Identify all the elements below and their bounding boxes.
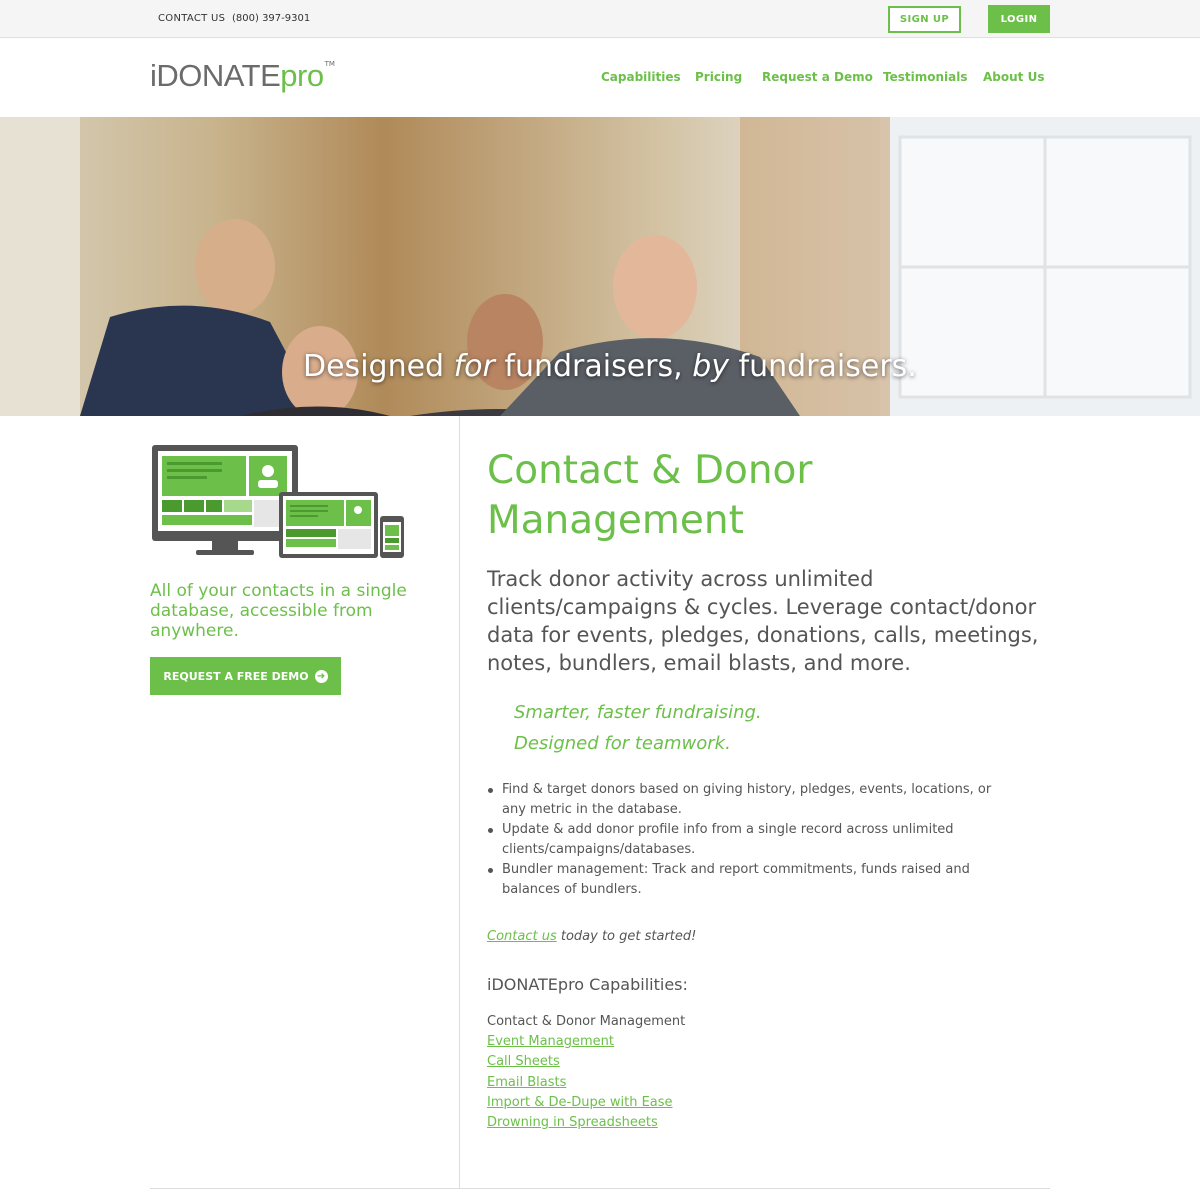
capabilities-heading: iDONATEpro Capabilities: bbox=[487, 975, 688, 994]
tagline-teamwork: Designed for teamwork. bbox=[514, 733, 731, 754]
feature-item: Find & target donors based on giving his… bbox=[488, 780, 1012, 820]
footer-divider bbox=[150, 1188, 1050, 1189]
nav-pricing[interactable]: Pricing bbox=[695, 70, 742, 84]
site-header: iDONATE pro TM Capabilities Pricing Reques… bbox=[0, 38, 1200, 117]
logo-suffix: pro bbox=[280, 58, 324, 93]
request-free-demo-button[interactable]: REQUEST A FREE DEMO ➜ bbox=[150, 657, 341, 695]
feature-list: Find & target donors based on giving his… bbox=[488, 780, 1012, 900]
nav-about-us[interactable]: About Us bbox=[983, 70, 1044, 84]
sign-up-button[interactable]: SIGN UP bbox=[888, 6, 961, 33]
contact-us-link[interactable]: CONTACT US bbox=[158, 13, 225, 24]
cta-line: Contact us today to get started! bbox=[487, 929, 696, 944]
feature-item: Update & add donor profile info from a s… bbox=[488, 820, 1012, 860]
login-button[interactable]: LOGIN bbox=[988, 5, 1050, 33]
nav-testimonials[interactable]: Testimonials bbox=[883, 70, 967, 84]
column-divider bbox=[459, 416, 460, 1188]
capability-link-call-sheets[interactable]: Call Sheets bbox=[487, 1052, 685, 1072]
capability-current: Contact & Donor Management bbox=[487, 1014, 686, 1029]
demo-button-label: REQUEST A FREE DEMO bbox=[163, 669, 309, 683]
feature-item: Bundler management: Track and report com… bbox=[488, 860, 1012, 900]
logo-prefix: iDONATE bbox=[150, 58, 281, 93]
logo-trademark: TM bbox=[324, 60, 335, 68]
cta-text: today to get started! bbox=[556, 929, 697, 944]
sidebar-tagline: All of your contacts in a single databas… bbox=[150, 581, 407, 641]
lead-paragraph: Track donor activity across unlimited cl… bbox=[487, 567, 1039, 675]
capability-link-email-blasts[interactable]: Email Blasts bbox=[487, 1073, 685, 1093]
hero-banner: Designed for fundraisers, by fundraisers… bbox=[0, 117, 1200, 416]
capability-link-spreadsheets[interactable]: Drowning in Spreadsheets bbox=[487, 1113, 685, 1133]
capability-link-import-dedupe[interactable]: Import & De-Dupe with Ease bbox=[487, 1093, 685, 1113]
multi-device-illustration bbox=[152, 445, 404, 558]
capability-link-event-management[interactable]: Event Management bbox=[487, 1032, 685, 1052]
tagline-smarter: Smarter, faster fundraising. bbox=[514, 702, 762, 723]
utility-bar: CONTACT US (800) 397-9301 SIGN UP LOGIN bbox=[0, 0, 1200, 38]
nav-capabilities[interactable]: Capabilities bbox=[601, 70, 681, 84]
arrow-right-circle-icon: ➜ bbox=[314, 669, 328, 683]
phone-number[interactable]: (800) 397-9301 bbox=[232, 13, 310, 24]
taglines: Smarter, faster fundraising. Designed fo… bbox=[514, 697, 762, 759]
page-title: Contact & Donor Management bbox=[487, 448, 813, 543]
capabilities-list: Contact & Donor Management Event Managem… bbox=[487, 1012, 685, 1133]
contact-us-cta-link[interactable]: Contact us bbox=[487, 929, 557, 944]
nav-request-demo[interactable]: Request a Demo bbox=[762, 70, 873, 84]
logo[interactable]: iDONATE pro TM bbox=[150, 58, 335, 94]
